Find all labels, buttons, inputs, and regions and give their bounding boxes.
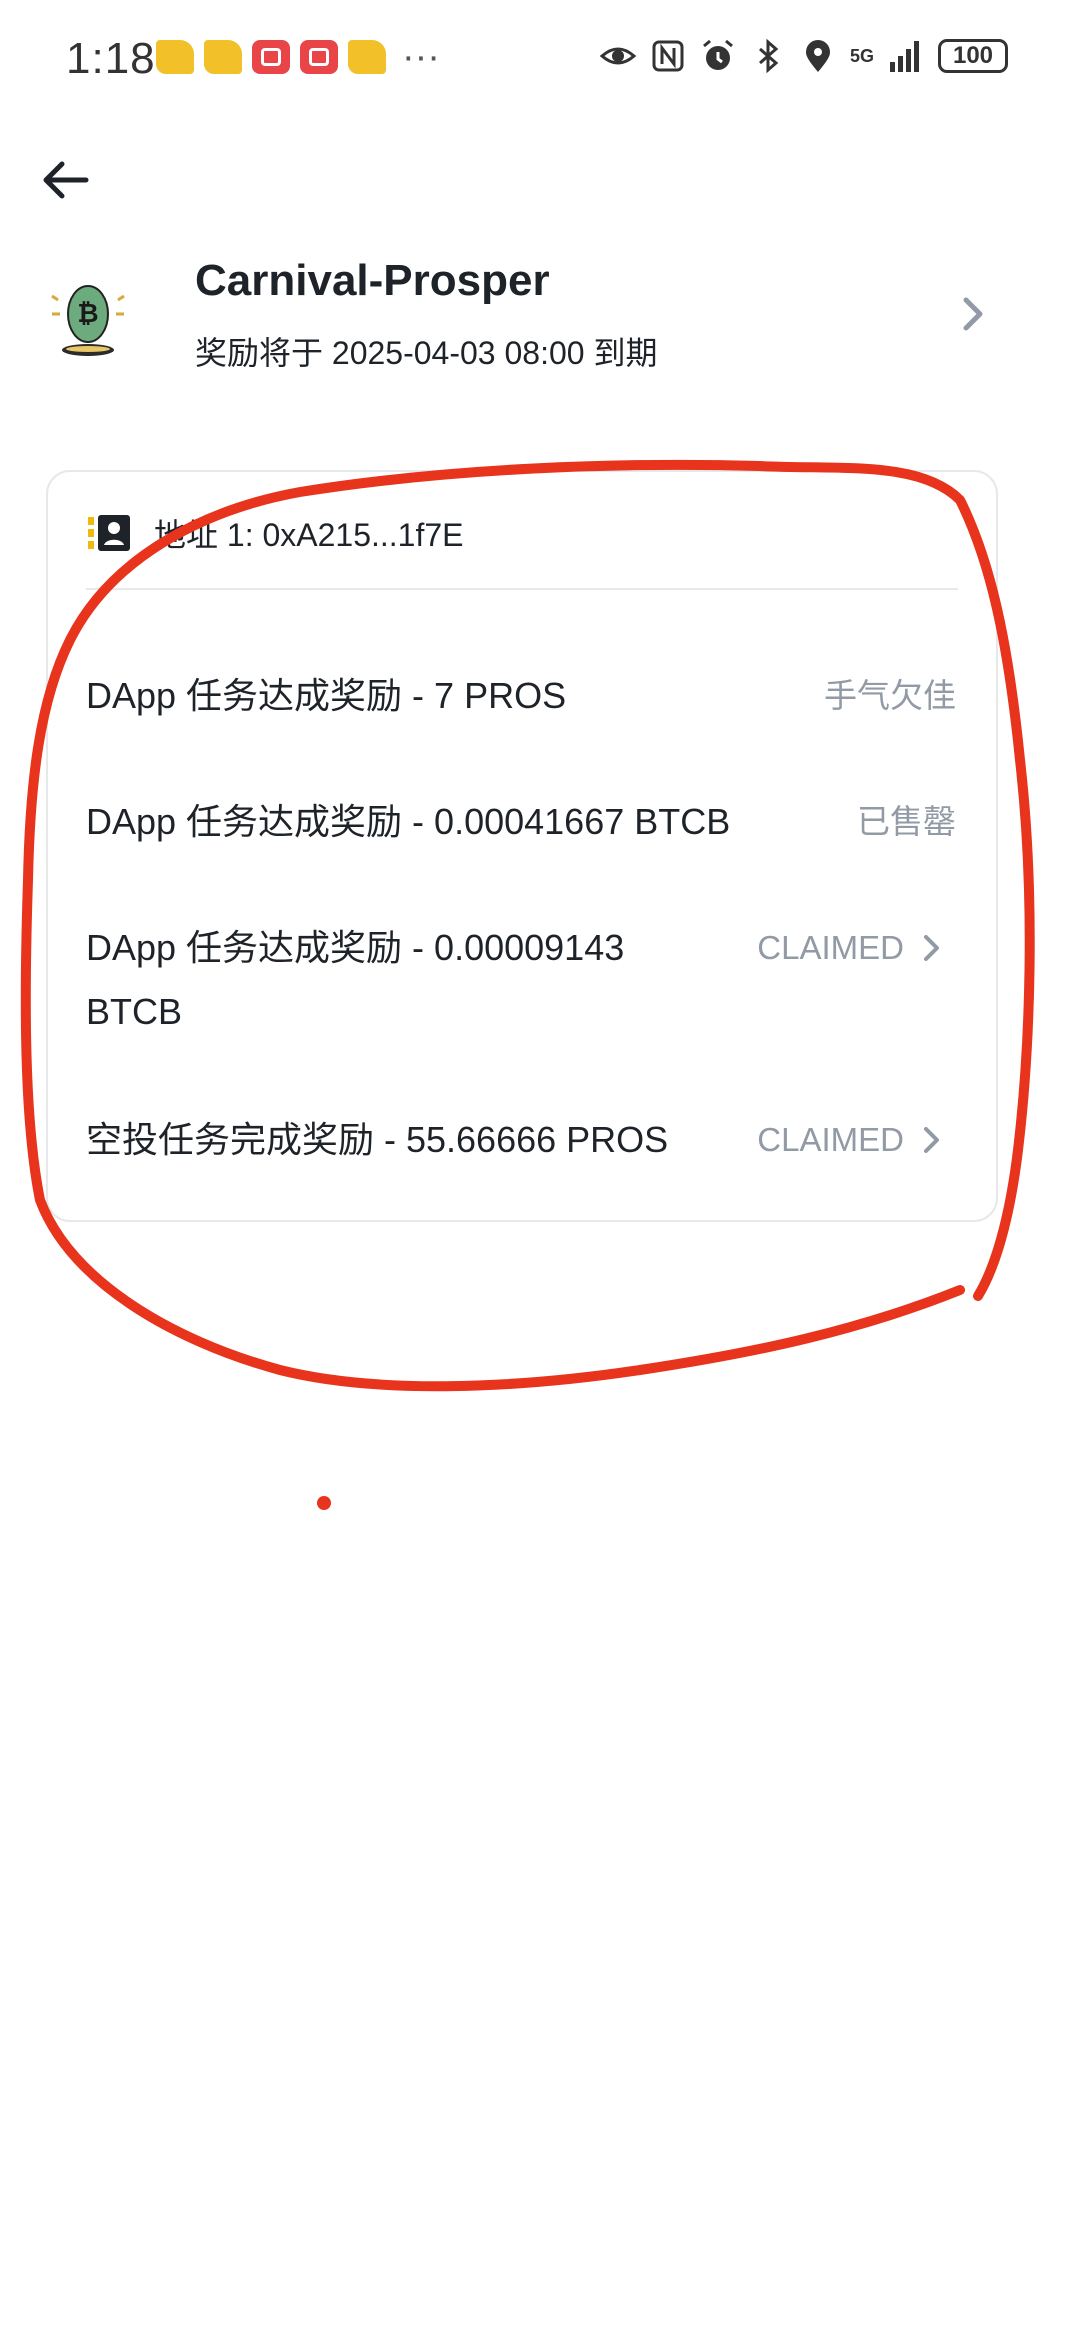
hand-notification-icon — [204, 40, 242, 74]
reward-label: DApp 任务达成奖励 - 0.00041667 BTCB — [86, 801, 731, 842]
status-bar: 1:18 ··· 5G 100 — [0, 0, 1080, 120]
more-notifications-icon: ··· — [402, 36, 440, 78]
signal-icon — [890, 41, 919, 72]
status-time: 1:18 — [66, 34, 156, 83]
hand-notification-icon — [156, 40, 194, 74]
app-notification-icon — [252, 40, 290, 74]
reward-label-line1: DApp 任务达成奖励 - 0.00009143 — [86, 927, 625, 968]
eye-icon — [599, 47, 636, 65]
chevron-right-icon — [924, 935, 939, 961]
address-row: 地址 1: 0xA215...1f7E — [88, 508, 464, 558]
reward-status[interactable]: CLAIMED — [757, 1108, 956, 1172]
project-header[interactable]: ₿ Carnival-Prosper 奖励将于 2025-04-03 08:00… — [0, 240, 1080, 390]
reward-status: 已售罄 — [857, 790, 956, 854]
chevron-right-icon — [924, 1127, 939, 1153]
reward-status-text: CLAIMED — [757, 1121, 904, 1158]
reward-status-text: 手气欠佳 — [824, 677, 956, 714]
expiry-text: 奖励将于 2025-04-03 08:00 到期 — [195, 335, 658, 371]
system-icons: 5G 100 — [599, 38, 1008, 74]
reward-row[interactable]: 空投任务完成奖励 - 55.66666 PROS CLAIMED — [86, 1108, 956, 1172]
reward-status-text: CLAIMED — [757, 929, 904, 966]
network-type: 5G — [849, 46, 874, 66]
reward-label: DApp 任务达成奖励 - 0.00009143 BTCB — [86, 916, 624, 1044]
rewards-card: 地址 1: 0xA215...1f7E DApp 任务达成奖励 - 7 PROS… — [46, 470, 998, 1222]
reward-status[interactable]: CLAIMED — [757, 916, 956, 980]
project-logo: ₿ — [51, 285, 125, 356]
network-indicator: 5G — [850, 47, 874, 65]
battery-icon: 100 — [938, 39, 1008, 73]
nfc-icon — [652, 40, 684, 72]
divider — [86, 588, 958, 590]
notification-icons: ··· — [156, 36, 440, 78]
app-notification-icon — [300, 40, 338, 74]
address-book-icon — [88, 515, 130, 551]
chevron-right-icon[interactable] — [958, 292, 988, 336]
reward-label: 空投任务完成奖励 - 55.66666 PROS — [86, 1119, 669, 1160]
back-arrow-icon[interactable] — [38, 152, 94, 208]
hand-notification-icon — [348, 40, 386, 74]
reward-label: DApp 任务达成奖励 - 7 PROS — [86, 675, 567, 716]
svg-text:₿: ₿ — [77, 299, 98, 329]
location-icon — [805, 40, 830, 72]
reward-label-line2: BTCB — [86, 991, 183, 1032]
reward-row: DApp 任务达成奖励 - 7 PROS 手气欠佳 — [86, 664, 956, 728]
wallet-address: 地址 1: 0xA215...1f7E — [154, 517, 464, 553]
reward-status-text: 已售罄 — [857, 803, 956, 840]
project-title: Carnival-Prosper — [195, 256, 550, 305]
reward-status: 手气欠佳 — [824, 664, 956, 728]
bluetooth-icon — [758, 38, 779, 74]
reward-row[interactable]: DApp 任务达成奖励 - 0.00009143 BTCB CLAIMED — [86, 916, 956, 1046]
alarm-icon — [703, 39, 733, 70]
reward-row: DApp 任务达成奖励 - 0.00041667 BTCB 已售罄 — [86, 790, 956, 854]
